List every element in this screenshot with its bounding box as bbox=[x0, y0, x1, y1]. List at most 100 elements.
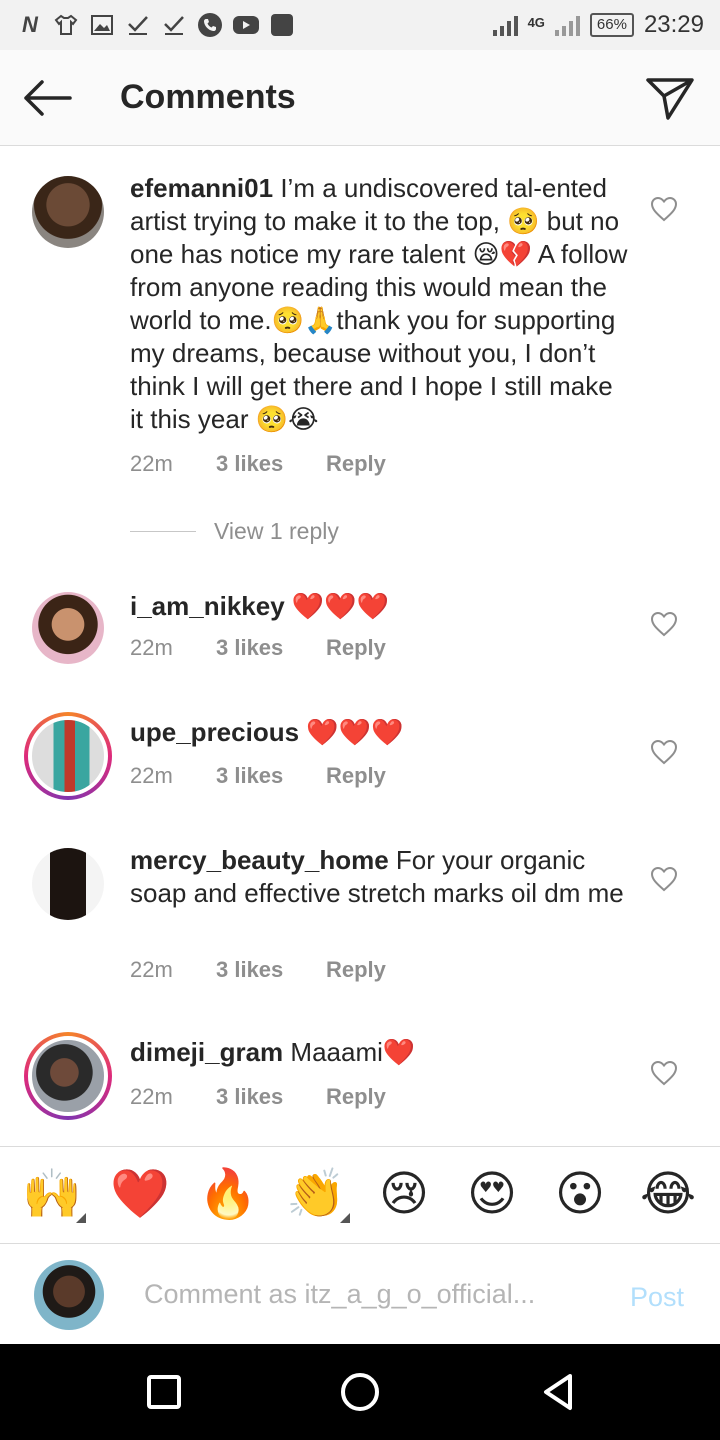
raising-hands-emoji-button[interactable]: 🙌 bbox=[18, 1165, 86, 1225]
emoji-glyph: 🔥 bbox=[198, 1168, 258, 1221]
reply-button[interactable]: Reply bbox=[326, 451, 386, 477]
comment-meta: 22m 3 likes Reply bbox=[130, 957, 386, 983]
phone-icon bbox=[196, 11, 224, 39]
reply-button[interactable]: Reply bbox=[326, 957, 386, 983]
comment-username[interactable]: efemanni01 bbox=[130, 173, 273, 203]
system-status: 4G 66% 23:29 bbox=[492, 11, 704, 39]
network-type-label: 4G bbox=[527, 15, 545, 30]
clock: 23:29 bbox=[643, 11, 704, 38]
comment-body: i_am_nikkey ❤️❤️❤️ bbox=[130, 590, 630, 623]
clapping-hands-emoji-button[interactable]: 👏 bbox=[282, 1165, 350, 1225]
comment-text: I’m a undiscovered tal-ented artist tryi… bbox=[130, 173, 628, 434]
triangle-back-icon bbox=[544, 1374, 572, 1410]
comment-username[interactable]: i_am_nikkey bbox=[130, 591, 285, 621]
comment-body: mercy_beauty_home For your organic soap … bbox=[130, 844, 630, 910]
tears-of-joy-emoji-button[interactable]: 😂 bbox=[634, 1165, 702, 1225]
comment-time: 22m bbox=[130, 763, 173, 788]
comment-text: ❤️❤️❤️ bbox=[306, 717, 404, 747]
comment-likes[interactable]: 3 likes bbox=[216, 763, 326, 789]
comment-username[interactable]: upe_precious bbox=[130, 717, 299, 747]
comment-likes[interactable]: 3 likes bbox=[216, 957, 326, 983]
avatar[interactable] bbox=[32, 176, 104, 248]
youtube-icon bbox=[232, 11, 260, 39]
comment-username[interactable]: dimeji_gram bbox=[130, 1037, 283, 1067]
divider-line bbox=[130, 531, 196, 532]
comment-body: upe_precious ❤️❤️❤️ bbox=[130, 716, 630, 749]
back-nav-button[interactable] bbox=[536, 1370, 580, 1414]
avatar[interactable] bbox=[32, 592, 104, 664]
reply-button[interactable]: Reply bbox=[326, 1084, 386, 1110]
fire-emoji-button[interactable]: 🔥 bbox=[194, 1165, 262, 1225]
page-title: Comments bbox=[120, 78, 296, 116]
comment-meta: 22m 3 likes Reply bbox=[130, 451, 386, 477]
comment-likes[interactable]: 3 likes bbox=[216, 1084, 326, 1110]
arrow-left-icon bbox=[24, 80, 72, 116]
comment-text: Maaami❤️ bbox=[290, 1037, 416, 1067]
avatar bbox=[28, 716, 108, 796]
emoji-glyph: 👏 bbox=[286, 1168, 346, 1221]
recents-button[interactable] bbox=[142, 1370, 186, 1414]
comment-likes[interactable]: 3 likes bbox=[216, 635, 326, 661]
red-heart-emoji-button[interactable]: ❤️ bbox=[106, 1165, 174, 1225]
image-icon bbox=[88, 11, 116, 39]
heart-icon[interactable] bbox=[650, 1060, 678, 1086]
comment-composer: Post bbox=[0, 1244, 720, 1344]
comment-time: 22m bbox=[130, 635, 173, 660]
emoji-glyph: 🙌 bbox=[22, 1168, 82, 1221]
battery-indicator: 66% bbox=[589, 13, 634, 37]
heart-icon[interactable] bbox=[650, 196, 678, 222]
heart-eyes-emoji-button[interactable]: 😍 bbox=[458, 1165, 526, 1225]
avatar-story-ring[interactable] bbox=[24, 1032, 112, 1120]
emoji-glyph: 😍 bbox=[466, 1168, 518, 1221]
comment-text: ❤️❤️❤️ bbox=[291, 591, 390, 621]
comment-meta: 22m 3 likes Reply bbox=[130, 763, 386, 789]
avatar[interactable] bbox=[32, 848, 104, 920]
reply-button[interactable]: Reply bbox=[326, 763, 386, 789]
skin-tone-indicator-icon bbox=[76, 1213, 86, 1223]
reply-button[interactable]: Reply bbox=[326, 635, 386, 661]
share-button[interactable] bbox=[644, 72, 696, 124]
notification-icons: N bbox=[16, 11, 296, 39]
comment-input[interactable] bbox=[144, 1272, 584, 1316]
heart-icon[interactable] bbox=[650, 611, 678, 637]
comment-time: 22m bbox=[130, 957, 173, 982]
signal-2-icon bbox=[554, 14, 580, 36]
comment-time: 22m bbox=[130, 451, 173, 476]
avatar-story-ring[interactable] bbox=[24, 712, 112, 800]
view-replies-label: View 1 reply bbox=[214, 518, 339, 544]
current-user-avatar bbox=[34, 1260, 104, 1330]
back-button[interactable] bbox=[22, 74, 74, 122]
signal-icon bbox=[492, 14, 518, 36]
paper-plane-icon bbox=[646, 78, 694, 120]
emoji-quick-bar: 🙌 ❤️ 🔥 👏 😢 😍 😮 😂 bbox=[0, 1146, 720, 1244]
comment-likes[interactable]: 3 likes bbox=[216, 451, 326, 477]
comment-time: 22m bbox=[130, 1084, 173, 1109]
heart-icon[interactable] bbox=[650, 739, 678, 765]
emoji-glyph: 😢 bbox=[378, 1168, 430, 1221]
emoji-glyph: 😂 bbox=[639, 1168, 697, 1221]
post-button[interactable]: Post bbox=[630, 1282, 684, 1313]
shirt-icon bbox=[52, 11, 80, 39]
check-icon bbox=[124, 11, 152, 39]
heart-icon[interactable] bbox=[650, 866, 678, 892]
comment-meta: 22m 3 likes Reply bbox=[130, 1084, 386, 1110]
comments-list[interactable]: efemanni01 I’m a undiscovered tal-ented … bbox=[0, 146, 720, 1146]
comment-body: dimeji_gram Maaami❤️ bbox=[130, 1036, 630, 1069]
home-button[interactable] bbox=[338, 1370, 382, 1414]
avatar bbox=[28, 1036, 108, 1116]
circle-icon bbox=[341, 1373, 379, 1411]
crying-face-emoji-button[interactable]: 😢 bbox=[370, 1165, 438, 1225]
check-icon bbox=[160, 11, 188, 39]
open-mouth-emoji-button[interactable]: 😮 bbox=[546, 1165, 614, 1225]
comment-username[interactable]: mercy_beauty_home bbox=[130, 845, 389, 875]
square-icon bbox=[147, 1375, 181, 1409]
n-notification-icon: N bbox=[22, 12, 38, 37]
status-bar: N 4G 66% 23:29 bbox=[0, 0, 720, 50]
top-app-bar: Comments bbox=[0, 50, 720, 146]
app-icon bbox=[268, 11, 296, 39]
skin-tone-indicator-icon bbox=[340, 1213, 350, 1223]
comment-body: efemanni01 I’m a undiscovered tal-ented … bbox=[130, 172, 630, 436]
system-navigation-bar bbox=[0, 1344, 720, 1440]
comment-meta: 22m 3 likes Reply bbox=[130, 635, 386, 661]
view-replies-button[interactable]: View 1 reply bbox=[130, 518, 339, 545]
